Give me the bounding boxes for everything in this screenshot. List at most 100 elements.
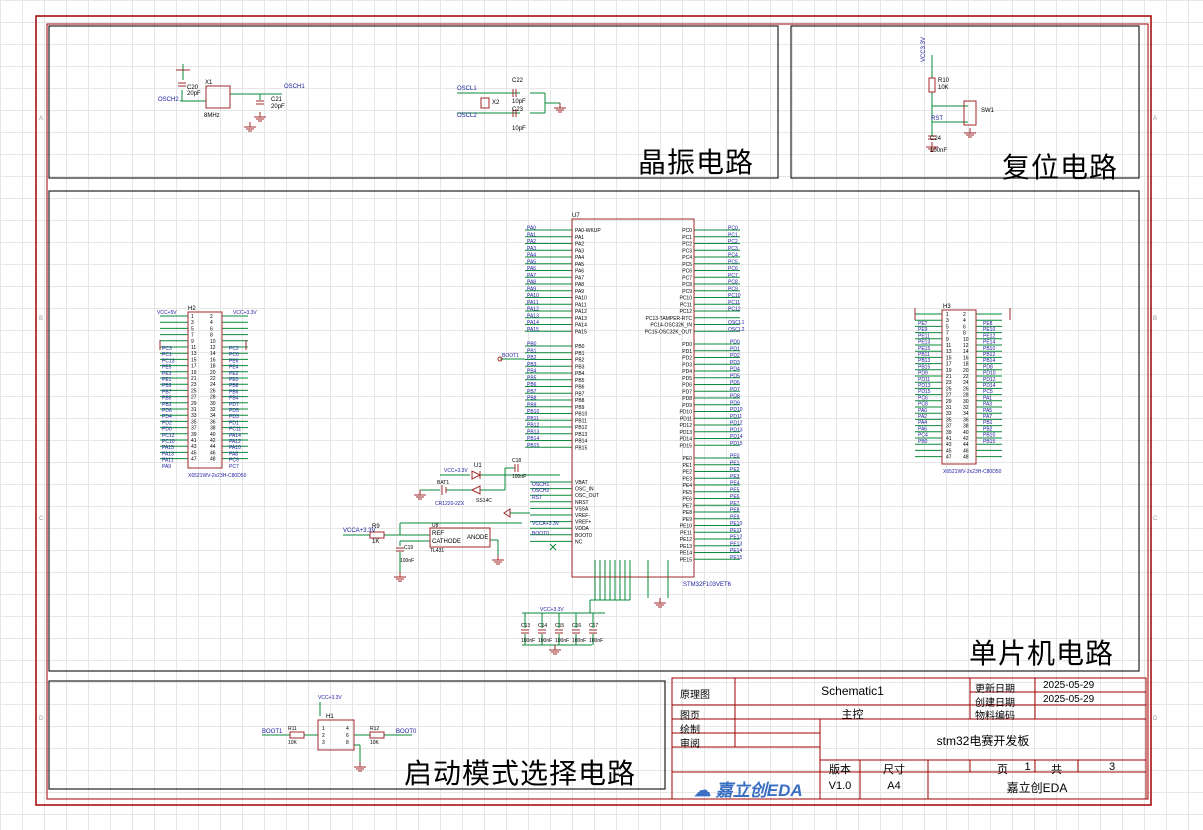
label: PA9 — [527, 286, 536, 292]
pin-label: PD5 — [682, 376, 692, 382]
pin-label: PB13 — [575, 432, 587, 438]
pin-label: PB12 — [575, 425, 587, 431]
pin-label: NRST — [575, 500, 589, 506]
label: 100nF — [930, 148, 947, 154]
label: VCC+3.3V — [233, 310, 257, 316]
label: 4 — [346, 726, 349, 732]
label: 31 — [191, 407, 197, 413]
pin-label: PD14 — [679, 437, 692, 443]
label: 28 — [963, 393, 969, 399]
label: VCC3.3V — [921, 37, 927, 62]
label: PB7 — [527, 389, 537, 395]
label: PA3 — [527, 246, 536, 252]
label: 15 — [946, 355, 952, 361]
label: 8 — [963, 331, 966, 337]
label: PB0 — [918, 439, 928, 445]
label: PC10 — [728, 293, 741, 299]
label: PA6 — [918, 426, 927, 432]
pin-label: PD0 — [682, 342, 692, 348]
label: 45 — [191, 450, 197, 456]
pin-label: PE11 — [680, 530, 692, 536]
label: 36 — [210, 419, 216, 425]
pin-label: PE7 — [683, 503, 693, 509]
pin-label: BOOT0 — [575, 533, 592, 539]
pin-label: PD15 — [679, 443, 692, 449]
label: 45 — [946, 448, 952, 454]
label: 16 — [963, 355, 969, 361]
pin-label: PD7 — [682, 389, 692, 395]
label: PB6 — [527, 382, 537, 388]
edge-marker: A — [1153, 116, 1157, 122]
label: 13 — [191, 351, 197, 357]
tb-size-key: 尺寸 — [883, 764, 905, 776]
label: 100nF — [521, 638, 535, 644]
tb-page-value: 主控 — [841, 709, 864, 721]
pin-label: PC8 — [682, 282, 692, 288]
label: 3 — [191, 320, 194, 326]
label: PC1 — [162, 352, 172, 358]
pin-label: PD6 — [682, 383, 692, 389]
label: 17 — [946, 362, 952, 368]
resistor — [369, 731, 385, 739]
label: PD13 — [918, 383, 931, 389]
label: 39 — [946, 430, 952, 436]
label: 37 — [946, 424, 952, 430]
label: 4 — [210, 320, 213, 326]
label: PC3 — [162, 346, 172, 352]
label: 26 — [210, 388, 216, 394]
label: ANODE — [467, 535, 488, 541]
pin-label: PD1 — [682, 349, 692, 355]
label: C24 — [930, 136, 942, 142]
pin-label: PC3 — [682, 248, 692, 254]
label: PD8 — [983, 364, 993, 370]
label: 8MHz — [204, 113, 220, 119]
label: PA13 — [162, 451, 174, 457]
label: PD0 — [162, 427, 172, 433]
diode-icon — [471, 470, 482, 480]
label: PD7 — [229, 402, 239, 408]
label: PD15 — [918, 389, 931, 395]
label: 30 — [210, 401, 216, 407]
label: U7 — [572, 213, 580, 219]
label: X6521WV-2x23H-C80D50 — [188, 473, 247, 479]
edge-marker: D — [1153, 716, 1158, 722]
label: 40 — [210, 432, 216, 438]
label: PE12 — [730, 535, 742, 541]
tb-company: 嘉立创EDA — [1006, 781, 1068, 795]
label: 12 — [963, 343, 969, 349]
pin-label: PB5 — [575, 378, 585, 384]
pin-label: PE6 — [683, 497, 693, 503]
label: VCC+3.3V — [444, 468, 468, 474]
label: 10 — [963, 337, 969, 343]
label: 44 — [210, 444, 216, 450]
reset-section-title: 复位电路 — [1002, 151, 1119, 184]
label: 1 — [946, 312, 949, 318]
label: 10 — [210, 339, 216, 345]
label: VCC+5V — [157, 310, 177, 316]
pin-label: VSSA — [575, 506, 589, 512]
label: PE7 — [918, 321, 928, 327]
label: PE6 — [229, 358, 239, 364]
label: PA0 — [527, 226, 536, 232]
label: C17 — [589, 623, 598, 629]
label: 21 — [946, 374, 952, 380]
label: PE0 — [229, 377, 239, 383]
label: 11 — [191, 345, 196, 351]
label: 100nF — [555, 638, 569, 644]
pin-label: PA3 — [575, 248, 584, 254]
label: PD4 — [730, 367, 740, 373]
label: 3 — [322, 740, 325, 746]
label: PE5 — [730, 487, 740, 493]
tb-schematic-key: 原理图 — [680, 690, 710, 701]
tb-create-value: 2025-05-29 — [1043, 694, 1095, 705]
pin-label: PA5 — [575, 262, 584, 268]
pin-label: PD2 — [682, 356, 692, 362]
pin-label: PD11 — [680, 416, 692, 422]
label: PC13 — [162, 358, 175, 364]
label: PE13 — [918, 340, 930, 346]
pin-label: PC6 — [682, 269, 692, 275]
resistor — [928, 77, 936, 93]
pin-label: PB1 — [575, 351, 585, 357]
label: PB10 — [527, 409, 539, 415]
pin-label: PE0 — [683, 456, 693, 462]
